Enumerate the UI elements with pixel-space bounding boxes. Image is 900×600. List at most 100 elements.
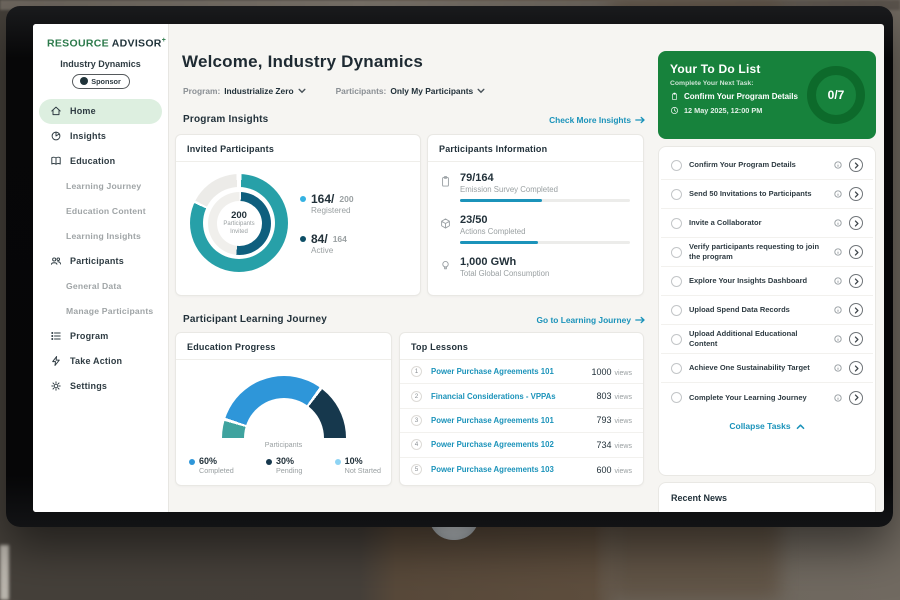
- chevron-right-icon: [853, 162, 860, 169]
- task-open-button[interactable]: [849, 303, 863, 317]
- task-label: Complete Your Learning Journey: [689, 393, 827, 403]
- task-row: Explore Your Insights Dashboard: [661, 267, 873, 296]
- sponsor-badge: Sponsor: [72, 74, 130, 89]
- check-more-insights-link[interactable]: Check More Insights: [549, 115, 645, 125]
- legend-total: 164: [333, 234, 347, 244]
- task-checkbox[interactable]: [671, 189, 682, 200]
- legend-value: 84/: [311, 232, 328, 246]
- gauge-center-label: Participants: [176, 440, 391, 449]
- sidebar-item-label: Participants: [70, 256, 124, 266]
- participants-information-card: Participants Information 79/164 Emission…: [427, 134, 644, 296]
- section-title: Participant Learning Journey: [183, 314, 327, 325]
- chevron-down-icon: [477, 87, 485, 95]
- sidebar-item-learning-insights[interactable]: Learning Insights: [39, 224, 162, 249]
- insights-icon: [50, 130, 62, 142]
- views-label: views: [614, 370, 632, 377]
- task-checkbox[interactable]: [671, 276, 682, 287]
- task-open-button[interactable]: [849, 216, 863, 230]
- task-checkbox[interactable]: [671, 392, 682, 403]
- card-title: Participants Information: [428, 135, 643, 162]
- go-to-learning-journey-link[interactable]: Go to Learning Journey: [537, 315, 645, 325]
- sidebar-item-education[interactable]: Education: [39, 149, 162, 174]
- lesson-link[interactable]: Power Purchase Agreements 102: [431, 440, 596, 449]
- chevron-right-icon: [853, 307, 860, 314]
- sidebar-item-home[interactable]: Home: [39, 99, 162, 124]
- sidebar-item-participants[interactable]: Participants: [39, 249, 162, 274]
- task-info-icon: [834, 306, 842, 314]
- metric-emission-survey: 79/164 Emission Survey Completed: [439, 172, 630, 202]
- lesson-link[interactable]: Power Purchase Agreements 103: [431, 465, 596, 474]
- link-label: Go to Learning Journey: [537, 315, 631, 325]
- lesson-row: 1 Power Purchase Agreements 101 1000view…: [400, 360, 643, 384]
- collapse-tasks-link[interactable]: Collapse Tasks: [659, 421, 875, 431]
- main-content: Welcome, Industry Dynamics Program: Indu…: [169, 24, 655, 512]
- task-open-button[interactable]: [849, 391, 863, 405]
- legend-label: Active: [311, 246, 354, 255]
- sidebar-item-education-content[interactable]: Education Content: [39, 199, 162, 224]
- lesson-rank: 2: [411, 391, 422, 402]
- task-open-button[interactable]: [849, 245, 863, 259]
- task-checkbox[interactable]: [671, 218, 682, 229]
- chevron-right-icon: [853, 249, 860, 256]
- task-open-button[interactable]: [849, 332, 863, 346]
- metric-global-consumption: 1,000 GWh Total Global Consumption: [439, 256, 630, 278]
- sidebar: RESOURCE ADVISOR+ Industry Dynamics Spon…: [33, 24, 169, 512]
- sidebar-item-manage-participants[interactable]: Manage Participants: [39, 299, 162, 324]
- card-title: Education Progress: [176, 333, 391, 360]
- donut-center-label: Participants: [223, 221, 254, 228]
- sidebar-nav: Home Insights Education Learning Journey…: [33, 99, 168, 399]
- views-label: views: [614, 418, 632, 425]
- task-open-button[interactable]: [849, 361, 863, 375]
- todo-progress-value: 0/7: [828, 88, 845, 102]
- task-info-icon: [834, 277, 842, 285]
- sidebar-item-learning-journey[interactable]: Learning Journey: [39, 174, 162, 199]
- task-checkbox[interactable]: [671, 334, 682, 345]
- metric-actions-completed: 23/50 Actions Completed: [439, 214, 630, 244]
- card-title: Invited Participants: [176, 135, 420, 162]
- task-info-icon: [834, 394, 842, 402]
- legend-label: Pending: [276, 466, 302, 475]
- task-row: Invite a Collaborator: [661, 209, 873, 238]
- task-info-icon: [834, 219, 842, 227]
- sidebar-item-label: Program: [70, 331, 108, 341]
- arrow-right-icon: [635, 316, 645, 324]
- sidebar-item-program[interactable]: Program: [39, 324, 162, 349]
- task-open-button[interactable]: [849, 158, 863, 172]
- lesson-link[interactable]: Power Purchase Agreements 101: [431, 416, 596, 425]
- lesson-link[interactable]: Power Purchase Agreements 101: [431, 367, 591, 376]
- task-open-button[interactable]: [849, 274, 863, 288]
- background-light-strip: [0, 545, 9, 600]
- lesson-link[interactable]: Financial Considerations - VPPAs: [431, 392, 596, 401]
- task-checkbox[interactable]: [671, 160, 682, 171]
- sidebar-item-settings[interactable]: Settings: [39, 374, 162, 399]
- sidebar-item-take-action[interactable]: Take Action: [39, 349, 162, 374]
- lesson-views: 793: [596, 415, 611, 425]
- clock-icon: [670, 106, 679, 115]
- link-label: Check More Insights: [549, 115, 631, 125]
- lesson-rank: 5: [411, 464, 422, 475]
- task-open-button[interactable]: [849, 187, 863, 201]
- legend-dot: [335, 459, 341, 465]
- legend-pending: 30% Pending: [266, 456, 302, 475]
- task-checkbox[interactable]: [671, 247, 682, 258]
- program-dropdown[interactable]: Program: Industrialize Zero: [183, 86, 306, 96]
- recent-news-title: Recent News: [659, 483, 875, 512]
- legend-pct: 30%: [276, 456, 302, 466]
- todo-progress-ring: 0/7: [807, 66, 865, 124]
- sidebar-item-label: General Data: [66, 281, 121, 291]
- lesson-row: 4 Power Purchase Agreements 102 734views: [400, 433, 643, 457]
- todo-next-task: Confirm Your Program Details: [684, 92, 798, 101]
- legend-total: 200: [339, 194, 353, 204]
- task-checkbox[interactable]: [671, 305, 682, 316]
- sponsor-icon: [80, 77, 88, 85]
- task-row: Confirm Your Program Details: [661, 151, 873, 180]
- sidebar-item-label: Insights: [70, 131, 106, 141]
- task-checkbox[interactable]: [671, 363, 682, 374]
- task-info-icon: [834, 248, 842, 256]
- sidebar-item-general-data[interactable]: General Data: [39, 274, 162, 299]
- sidebar-item-label: Education Content: [66, 206, 146, 216]
- card-title: Top Lessons: [400, 333, 643, 360]
- sidebar-item-insights[interactable]: Insights: [39, 124, 162, 149]
- participants-dropdown[interactable]: Participants: Only My Participants: [336, 86, 486, 96]
- todo-due-date: 12 May 2025, 12:00 PM: [684, 106, 762, 115]
